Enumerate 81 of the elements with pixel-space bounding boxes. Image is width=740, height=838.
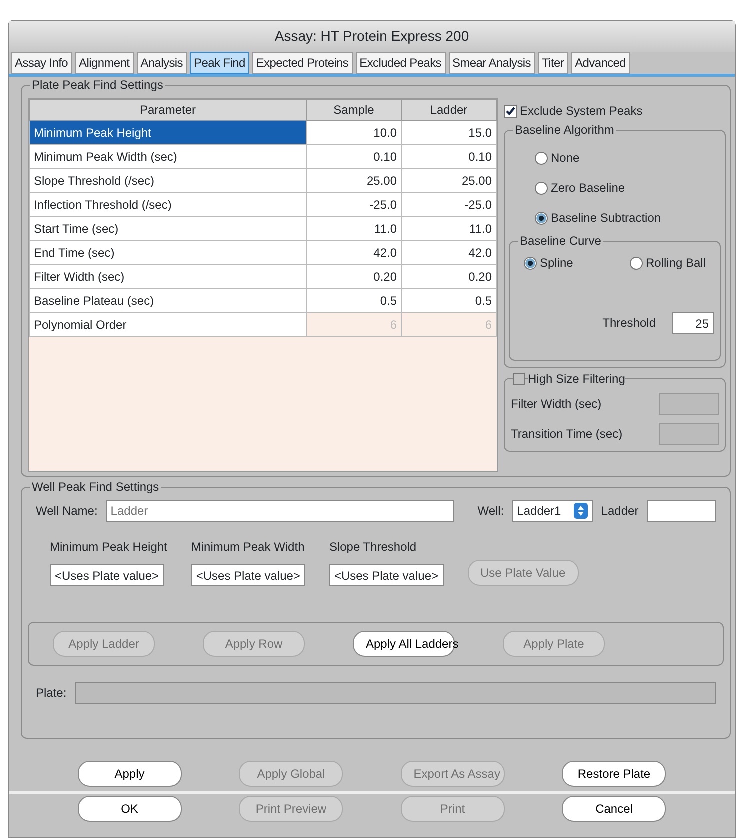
field-label: Threshold [602, 315, 656, 332]
field-label: Transition Time (sec) [511, 426, 623, 443]
dropdown[interactable]: Ladder1 [512, 500, 594, 522]
radio-button[interactable] [630, 256, 643, 270]
tab[interactable]: Excluded Peaks [356, 52, 446, 74]
radio-button[interactable] [535, 212, 548, 224]
window-title: Assay: HT Protein Express 200 [9, 21, 735, 52]
tab[interactable]: Advanced [571, 52, 630, 74]
table-cell[interactable]: 42.0 [306, 240, 402, 264]
input-field[interactable]: <Uses Plate value> [191, 564, 306, 586]
radio-label: Zero Baseline [551, 180, 626, 197]
table-cell[interactable]: 0.20 [402, 264, 496, 288]
table-cell[interactable]: Filter Width (sec) [30, 264, 306, 288]
checkbox[interactable] [513, 373, 525, 385]
checkbox[interactable] [504, 104, 517, 118]
dialog-button[interactable]: Apply [78, 761, 182, 787]
group-title: Well Peak Find Settings [30, 480, 162, 494]
radio-button[interactable] [535, 182, 548, 194]
table-cell[interactable]: 10.0 [306, 120, 402, 144]
field-label: Plate: [36, 685, 67, 702]
table-cell[interactable]: Minimum Peak Height [30, 120, 306, 144]
table-cell[interactable]: Inflection Threshold (/sec) [30, 192, 306, 216]
radio-label: Spline [540, 255, 574, 272]
input-field[interactable] [74, 682, 716, 704]
table-cell[interactable]: Minimum Peak Width (sec) [30, 144, 306, 168]
radio-button[interactable] [535, 152, 548, 164]
checkbox-label: High Size Filtering [528, 372, 626, 386]
group-title: Plate Peak Find Settings [30, 78, 166, 92]
table-cell[interactable]: 42.0 [402, 240, 496, 264]
field-label: Well Name: [36, 503, 98, 520]
table-cell[interactable]: -25.0 [306, 192, 402, 216]
table-cell[interactable]: 25.00 [402, 168, 496, 192]
radio-label: Baseline Subtraction [551, 210, 662, 227]
group-title: Baseline Curve [518, 234, 604, 248]
dialog-button[interactable]: OK [78, 796, 182, 822]
table-cell[interactable]: Start Time (sec) [30, 216, 306, 240]
table-cell[interactable]: -25.0 [402, 192, 496, 216]
table-cell[interactable]: 11.0 [306, 216, 402, 240]
table-cell[interactable]: 0.10 [306, 144, 402, 168]
group-title: Baseline Algorithm [513, 123, 616, 137]
table-cell[interactable]: Baseline Plateau (sec) [30, 288, 306, 312]
tab[interactable]: Smear Analysis [448, 52, 535, 74]
input-field[interactable] [659, 393, 719, 415]
table-cell[interactable]: 11.0 [402, 216, 496, 240]
column-header: Ladder [402, 100, 496, 120]
field-label: Minimum Peak Height [50, 539, 168, 556]
field-label: Minimum Peak Width [191, 539, 306, 556]
table-cell[interactable]: 15.0 [402, 120, 496, 144]
tab[interactable]: Titer [538, 52, 568, 74]
field-label: Well: [478, 503, 504, 520]
radio-button[interactable] [524, 256, 537, 270]
input-field[interactable]: <Uses Plate value> [329, 564, 444, 586]
radio-label: None [551, 150, 580, 167]
spinner-icon[interactable] [574, 503, 588, 519]
input-field[interactable]: <Uses Plate value> [50, 564, 164, 586]
table-cell[interactable]: End Time (sec) [30, 240, 306, 264]
table-cell[interactable]: 25.00 [306, 168, 402, 192]
dialog-button[interactable]: Restore Plate [562, 761, 666, 787]
input-field[interactable]: Ladder [106, 500, 454, 522]
tab[interactable]: Peak Find [190, 52, 250, 74]
table-cell[interactable]: Slope Threshold (/sec) [30, 168, 306, 192]
table-cell[interactable]: 0.5 [306, 288, 402, 312]
threshold-field[interactable]: 25 [672, 312, 714, 334]
input-field[interactable] [659, 423, 719, 445]
radio-label: Rolling Ball [646, 255, 706, 272]
field-label: Filter Width (sec) [511, 396, 602, 413]
tab[interactable]: Expected Proteins [252, 52, 353, 74]
dialog-button[interactable]: Cancel [562, 796, 666, 822]
table-cell[interactable]: 0.5 [402, 288, 496, 312]
table-cell[interactable]: 0.10 [402, 144, 496, 168]
tab[interactable]: Alignment [75, 52, 134, 74]
table-cell[interactable]: 0.20 [306, 264, 402, 288]
tab[interactable]: Assay Info [11, 52, 72, 74]
column-header: Parameter [30, 100, 306, 120]
tab[interactable]: Analysis [136, 52, 187, 74]
column-header: Sample [306, 100, 402, 120]
dropdown-value: Ladder1 [517, 503, 562, 520]
field-label: Slope Threshold [329, 539, 418, 556]
checkbox-label: Exclude System Peaks [520, 103, 643, 120]
input-field[interactable] [646, 500, 716, 522]
field-label: Ladder [601, 503, 639, 520]
